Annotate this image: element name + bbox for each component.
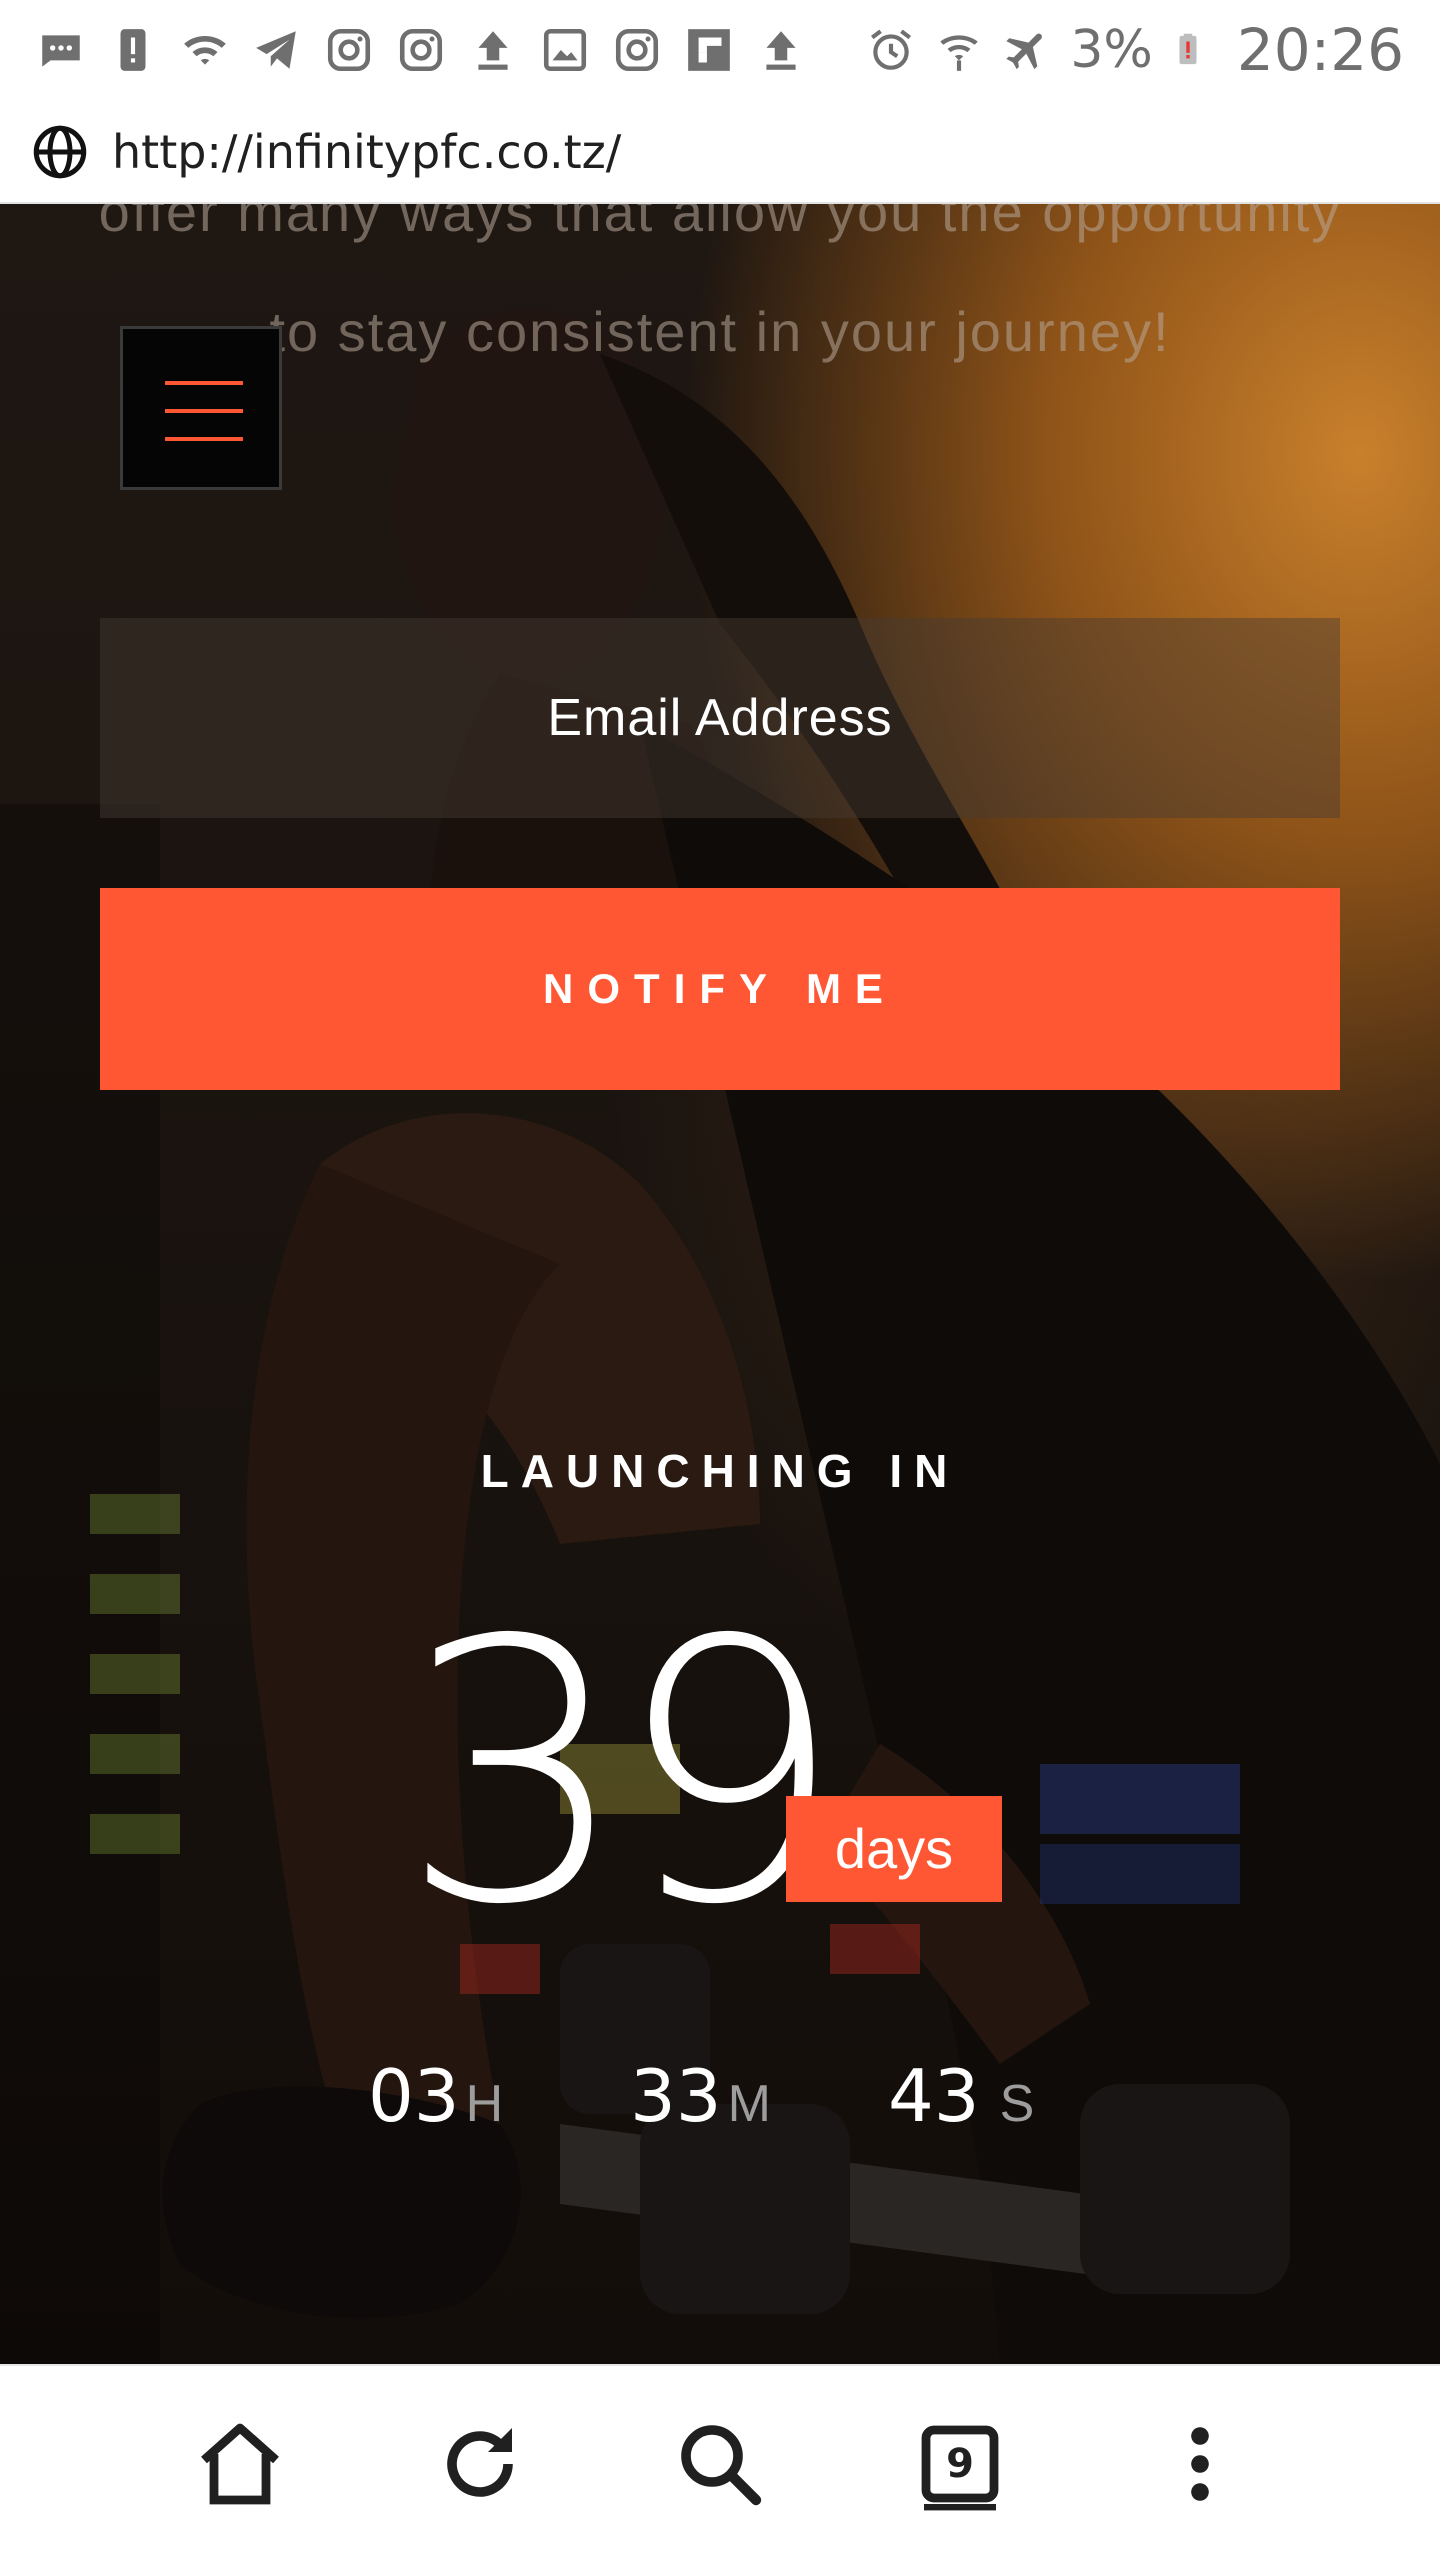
system-icons: 3% 20:26 bbox=[866, 16, 1404, 84]
hero-section: offer many ways that allow you the oppor… bbox=[0, 204, 1440, 2364]
browser-bottom-toolbar: 9 bbox=[0, 2364, 1440, 2562]
instagram-icon bbox=[327, 28, 371, 72]
reload-icon bbox=[447, 2428, 513, 2497]
battery-low-icon bbox=[1179, 33, 1197, 65]
home-button[interactable] bbox=[192, 2416, 288, 2512]
wifi-calling-icon bbox=[940, 35, 979, 71]
hamburger-icon-line bbox=[165, 409, 243, 413]
clock: 20:26 bbox=[1236, 16, 1404, 84]
alert-icon bbox=[120, 29, 146, 71]
url-text[interactable]: http://infinitypfc.co.tz/ bbox=[112, 122, 621, 182]
more-menu-button[interactable] bbox=[1152, 2416, 1248, 2512]
address-bar[interactable]: http://infinitypfc.co.tz/ bbox=[0, 100, 1440, 204]
search-button[interactable] bbox=[672, 2416, 768, 2512]
countdown-seconds-value: 43 bbox=[888, 2054, 980, 2138]
athlete-background-image bbox=[0, 308, 1440, 2364]
countdown-days-value: 39 bbox=[400, 1564, 844, 1983]
hamburger-icon-line bbox=[165, 437, 243, 441]
wifi-icon bbox=[184, 35, 226, 65]
countdown-hours-value: 03 bbox=[368, 2054, 460, 2138]
notify-me-button[interactable]: NOTIFY ME bbox=[100, 888, 1340, 1090]
hamburger-icon-line bbox=[165, 381, 243, 385]
countdown-minutes-label: M bbox=[727, 2075, 771, 2133]
battery-percent: 3% bbox=[1070, 20, 1153, 80]
notification-icons bbox=[36, 20, 806, 80]
search-icon bbox=[681, 2425, 762, 2506]
countdown-minutes-value: 33 bbox=[630, 2054, 722, 2138]
reload-button[interactable] bbox=[432, 2416, 528, 2512]
image-icon bbox=[543, 28, 587, 72]
home-icon bbox=[201, 2423, 279, 2505]
globe-icon bbox=[33, 125, 87, 179]
status-bar: 3% 20:26 bbox=[0, 0, 1440, 100]
countdown-hours-label: H bbox=[465, 2075, 504, 2133]
launching-in-label: LAUNCHING IN bbox=[480, 1445, 960, 1497]
upload-icon bbox=[478, 31, 508, 70]
countdown-hours: 03 H bbox=[368, 2054, 503, 2138]
more-vertical-icon bbox=[1191, 2427, 1209, 2501]
tabs-button[interactable]: 9 bbox=[912, 2416, 1008, 2512]
alarm-icon bbox=[871, 29, 912, 70]
upload-icon bbox=[766, 31, 796, 70]
menu-button[interactable] bbox=[120, 326, 282, 490]
countdown-minutes: 33 M bbox=[630, 2054, 771, 2138]
countdown-seconds: 43 S bbox=[888, 2054, 1034, 2138]
instagram-icon bbox=[399, 28, 443, 72]
sms-icon bbox=[42, 35, 80, 67]
airplane-icon bbox=[1006, 33, 1043, 70]
tab-count: 9 bbox=[946, 2441, 974, 2487]
email-address-input[interactable] bbox=[100, 618, 1340, 818]
telegram-icon bbox=[256, 31, 296, 69]
flipboard-icon bbox=[688, 29, 730, 71]
countdown-seconds-label: S bbox=[999, 2075, 1035, 2133]
instagram-icon bbox=[615, 28, 659, 72]
countdown-days-label: days bbox=[786, 1796, 1002, 1902]
